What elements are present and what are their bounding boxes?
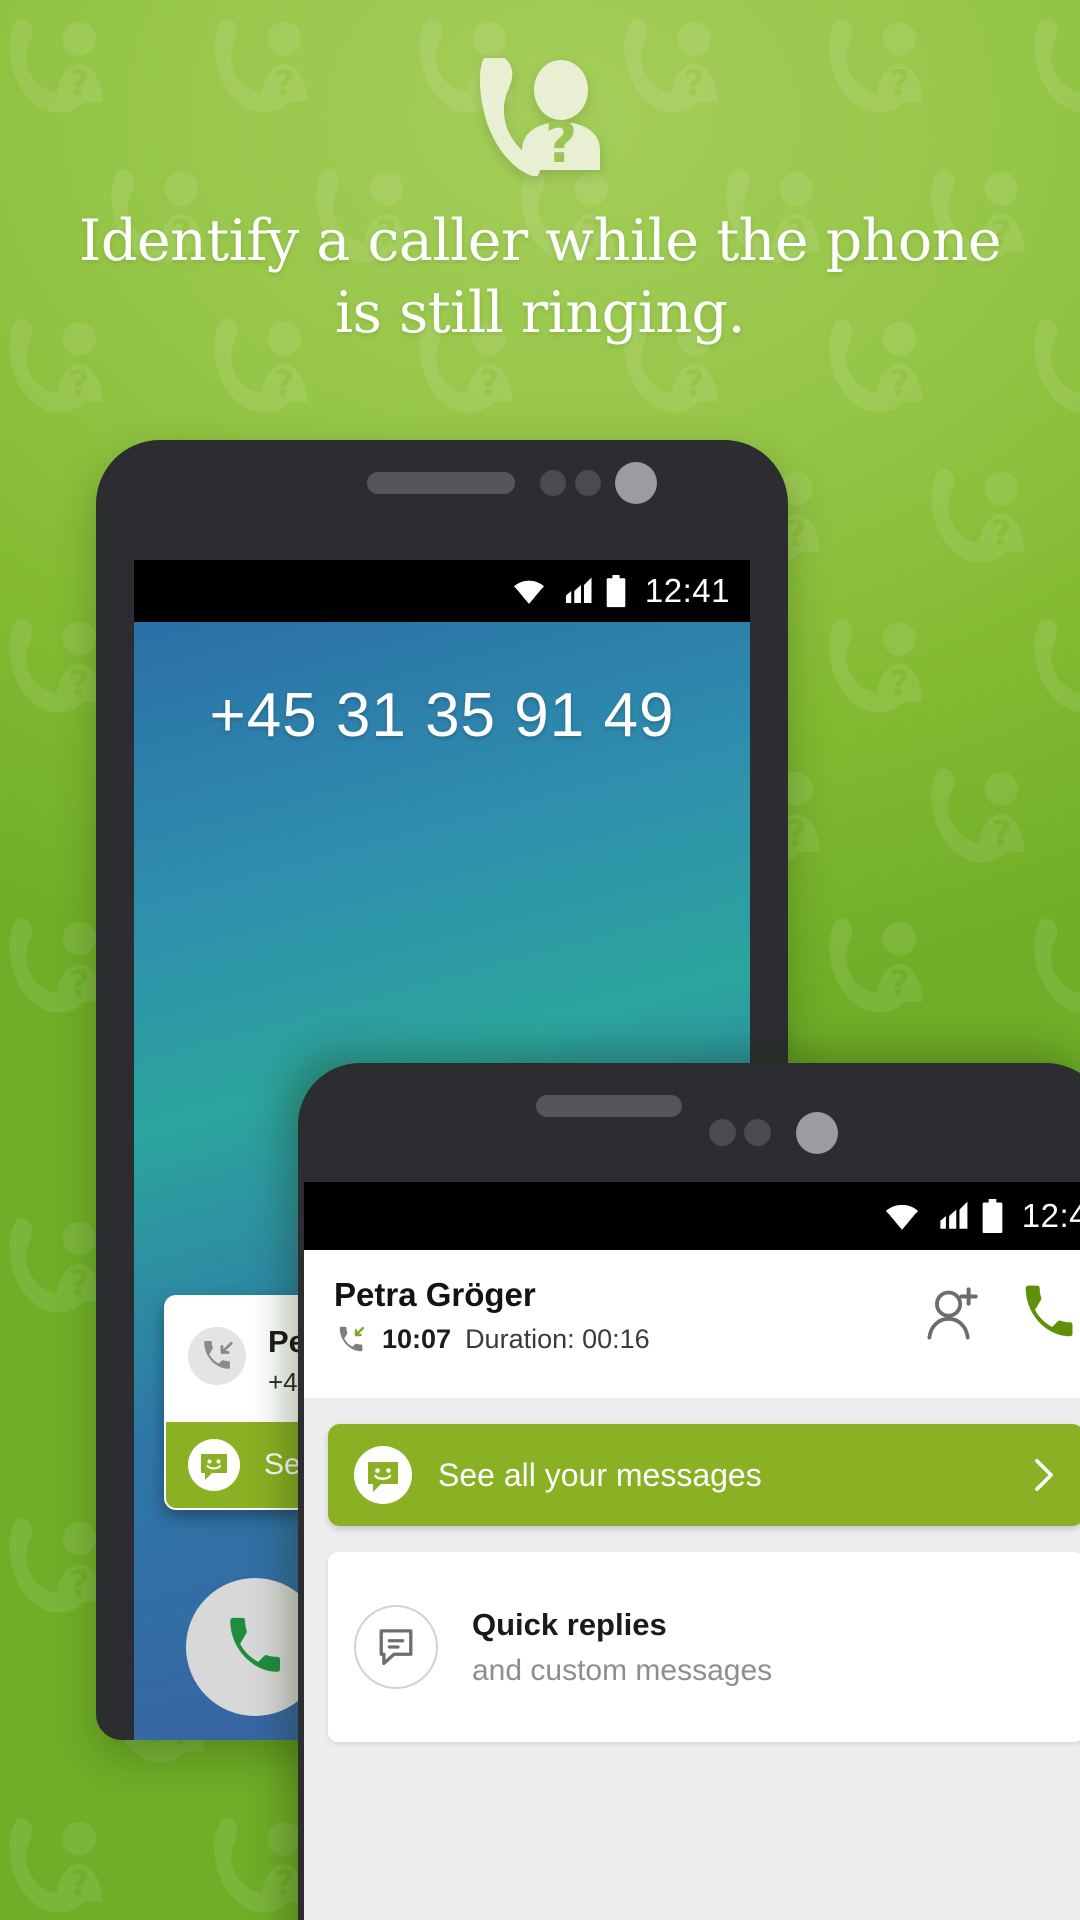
sensor-dot [709, 1119, 736, 1146]
incoming-call-number: +45 31 35 91 49 [209, 681, 675, 750]
svg-text:?: ? [545, 111, 577, 176]
promo-screenshot: ? ? Identify a caller while the phone is… [0, 0, 1080, 1920]
answer-call-icon [230, 1617, 281, 1672]
status-bar-clock: 12:4 [1021, 1197, 1080, 1234]
phone-mockup-front: 12:4 Petra Gröger 10:07 Duration: 00:16 [298, 1063, 1080, 1920]
sensor-dot [744, 1119, 771, 1146]
header-actions [924, 1282, 1080, 1344]
message-bubble-smiley-icon [354, 1446, 412, 1504]
wifi-icon [511, 578, 547, 606]
contact-header: Petra Gröger 10:07 Duration: 00:16 [304, 1250, 1080, 1398]
contact-header-text: Petra Gröger 10:07 Duration: 00:16 [334, 1276, 924, 1355]
incoming-call-icon [339, 1326, 365, 1351]
quick-replies-title: Quick replies [472, 1606, 667, 1642]
contact-name: Petra Gröger [334, 1276, 536, 1313]
avatar [188, 1327, 246, 1385]
quick-replies-text: Quick replies and custom messages [472, 1607, 772, 1688]
phone-screen-after-call: 12:4 Petra Gröger 10:07 Duration: 00:16 [304, 1182, 1080, 1920]
earpiece-speaker [367, 472, 515, 494]
phone-call-icon[interactable] [1018, 1282, 1080, 1344]
page-title: Identify a caller while the phone is sti… [78, 208, 1002, 347]
call-time: 10:07 [382, 1324, 452, 1354]
chevron-right-icon [1035, 1458, 1053, 1492]
front-camera [796, 1112, 838, 1154]
incoming-call-icon [204, 1340, 233, 1369]
status-bar: 12:4 [304, 1182, 1080, 1250]
status-bar: 12:41 [134, 560, 750, 622]
app-logo: ? [0, 58, 1080, 176]
message-bubble-smiley-icon [188, 1439, 240, 1492]
quick-replies-subtitle: and custom messages [472, 1653, 773, 1687]
sensor-dot [575, 470, 601, 496]
phone-person-question-icon: ? [479, 58, 600, 176]
front-camera [615, 462, 657, 504]
earpiece-speaker [536, 1095, 682, 1117]
cellular-signal-icon [565, 577, 592, 603]
battery-icon [982, 1198, 1003, 1233]
battery-icon [606, 574, 626, 607]
see-all-messages-label: See all your messages [438, 1456, 762, 1493]
wifi-icon [882, 1202, 921, 1232]
quick-replies-card[interactable]: Quick replies and custom messages [328, 1552, 1080, 1742]
see-all-messages-button[interactable]: See all your messages [328, 1424, 1080, 1526]
add-contact-icon[interactable] [924, 1284, 982, 1342]
call-meta: 10:07 Duration: 00:16 [334, 1324, 924, 1355]
sensor-dot [540, 470, 566, 496]
quick-reply-bubble-icon [354, 1605, 438, 1689]
call-duration: Duration: 00:16 [465, 1324, 650, 1354]
cellular-signal-icon [940, 1201, 968, 1229]
status-bar-clock: 12:41 [644, 572, 730, 609]
